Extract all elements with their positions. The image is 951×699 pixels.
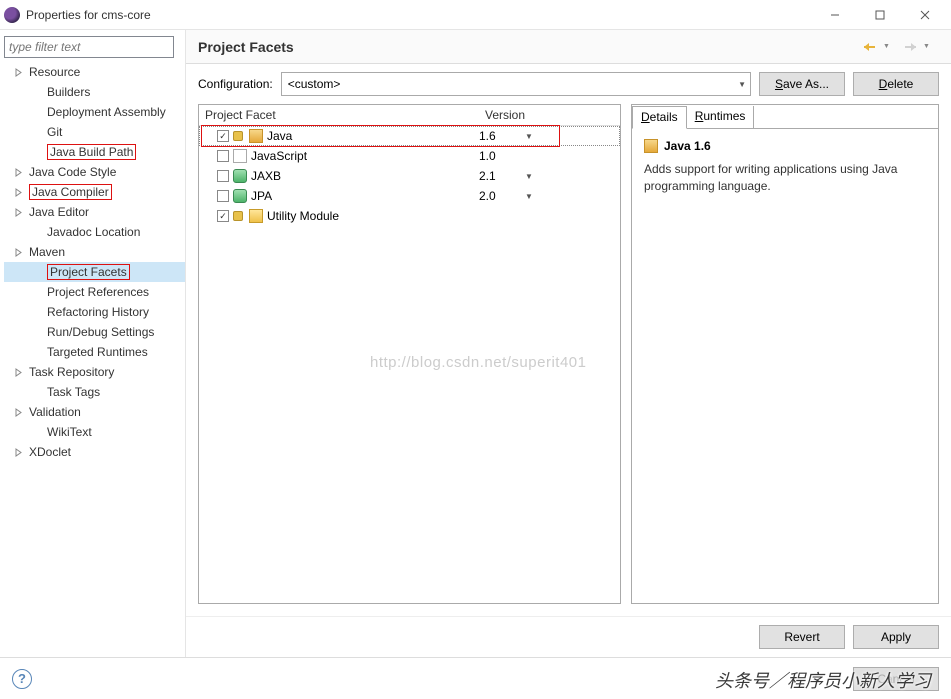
version-dropdown[interactable]: ▼ — [519, 192, 539, 201]
js-icon — [233, 149, 247, 163]
nav-item-targeted-runtimes[interactable]: Targeted Runtimes — [4, 342, 185, 362]
filter-wrapper — [4, 36, 174, 58]
nav-item-git[interactable]: Git — [4, 122, 185, 142]
window-title: Properties for cms-core — [26, 8, 812, 22]
config-label: Configuration: — [198, 77, 273, 91]
detail-body: Adds support for writing applications us… — [644, 161, 926, 195]
facet-row-utility-module[interactable]: Utility Module — [199, 206, 620, 226]
facet-checkbox[interactable] — [217, 150, 229, 162]
tab-details[interactable]: Details — [632, 106, 687, 129]
lock-icon — [233, 131, 243, 141]
nav-item-run-debug-settings[interactable]: Run/Debug Settings — [4, 322, 185, 342]
expander-icon[interactable] — [14, 408, 23, 417]
config-row: Configuration: <custom> ▼ Save As... Del… — [186, 64, 951, 104]
facet-row-jaxb[interactable]: JAXB2.1▼ — [199, 166, 620, 186]
minimize-button[interactable] — [812, 1, 857, 29]
expander-icon[interactable] — [14, 368, 23, 377]
nav-item-xdoclet[interactable]: XDoclet — [4, 442, 185, 462]
inner-footer: Revert Apply — [186, 616, 951, 657]
nav-item-task-repository[interactable]: Task Repository — [4, 362, 185, 382]
help-button[interactable]: ? — [12, 669, 32, 689]
col-version[interactable]: Version — [479, 105, 531, 125]
jpa-icon — [233, 189, 247, 203]
detail-title: Java 1.6 — [644, 139, 926, 153]
jaxb-icon — [233, 169, 247, 183]
eclipse-icon — [4, 7, 20, 23]
facets-header: Project Facet Version — [199, 105, 620, 126]
detail-tabs: Details Runtimes — [632, 105, 938, 129]
config-select[interactable]: <custom> ▼ — [281, 72, 751, 96]
nav-item-validation[interactable]: Validation — [4, 402, 185, 422]
save-as-button[interactable]: Save As... — [759, 72, 845, 96]
page-title: Project Facets — [198, 39, 859, 55]
facet-checkbox[interactable] — [217, 190, 229, 202]
facet-checkbox[interactable] — [217, 170, 229, 182]
sidebar: ResourceBuildersDeployment AssemblyGitJa… — [0, 30, 185, 657]
main-panel: Project Facets ▼ ▼ Configuration: <custo… — [185, 30, 951, 657]
tab-runtimes[interactable]: Runtimes — [687, 106, 755, 129]
facet-row-javascript[interactable]: JavaScript1.0 — [199, 146, 620, 166]
apply-button[interactable]: Apply — [853, 625, 939, 649]
nav-item-project-facets[interactable]: Project Facets — [4, 262, 185, 282]
revert-button[interactable]: Revert — [759, 625, 845, 649]
expander-icon[interactable] — [14, 168, 23, 177]
chevron-down-icon: ▼ — [738, 80, 746, 89]
util-icon — [249, 209, 263, 223]
nav-item-refactoring-history[interactable]: Refactoring History — [4, 302, 185, 322]
nav-item-wikitext[interactable]: WikiText — [4, 422, 185, 442]
facet-checkbox[interactable] — [217, 210, 229, 222]
expander-icon[interactable] — [14, 188, 23, 197]
watermark2-text: 头条号／程序员小新人学习 — [715, 667, 931, 693]
expander-icon[interactable] — [14, 208, 23, 217]
nav-item-java-build-path[interactable]: Java Build Path — [4, 142, 185, 162]
nav-item-builders[interactable]: Builders — [4, 82, 185, 102]
back-menu-icon[interactable]: ▼ — [883, 39, 899, 55]
delete-button[interactable]: Delete — [853, 72, 939, 96]
facets-table: Project Facet Version Java1.6▼JavaScript… — [198, 104, 621, 604]
version-dropdown[interactable]: ▼ — [519, 132, 539, 141]
version-dropdown[interactable]: ▼ — [519, 172, 539, 181]
expander-icon[interactable] — [14, 68, 23, 77]
facet-checkbox[interactable] — [217, 130, 229, 142]
config-value: <custom> — [288, 77, 341, 91]
nav-item-javadoc-location[interactable]: Javadoc Location — [4, 222, 185, 242]
nav-item-java-compiler[interactable]: Java Compiler — [4, 182, 185, 202]
maximize-button[interactable] — [857, 1, 902, 29]
expander-icon[interactable] — [14, 448, 23, 457]
lock-icon — [233, 211, 243, 221]
nav-item-java-code-style[interactable]: Java Code Style — [4, 162, 185, 182]
nav-tree[interactable]: ResourceBuildersDeployment AssemblyGitJa… — [4, 62, 185, 462]
col-facet[interactable]: Project Facet — [199, 105, 479, 125]
nav-item-deployment-assembly[interactable]: Deployment Assembly — [4, 102, 185, 122]
nav-item-project-references[interactable]: Project References — [4, 282, 185, 302]
forward-arrow-icon[interactable] — [903, 39, 919, 55]
java-icon — [249, 129, 263, 143]
detail-pane: Details Runtimes Java 1.6 Adds support f… — [631, 104, 939, 604]
titlebar: Properties for cms-core — [0, 0, 951, 30]
facet-row-jpa[interactable]: JPA2.0▼ — [199, 186, 620, 206]
nav-item-resource[interactable]: Resource — [4, 62, 185, 82]
java-icon — [644, 139, 658, 153]
page-header: Project Facets ▼ ▼ — [186, 30, 951, 64]
nav-item-task-tags[interactable]: Task Tags — [4, 382, 185, 402]
nav-item-java-editor[interactable]: Java Editor — [4, 202, 185, 222]
close-button[interactable] — [902, 1, 947, 29]
back-arrow-icon[interactable] — [863, 39, 879, 55]
forward-menu-icon[interactable]: ▼ — [923, 39, 939, 55]
nav-item-maven[interactable]: Maven — [4, 242, 185, 262]
expander-icon[interactable] — [14, 248, 23, 257]
filter-input[interactable] — [4, 36, 174, 58]
facet-row-java[interactable]: Java1.6▼ — [199, 126, 620, 146]
